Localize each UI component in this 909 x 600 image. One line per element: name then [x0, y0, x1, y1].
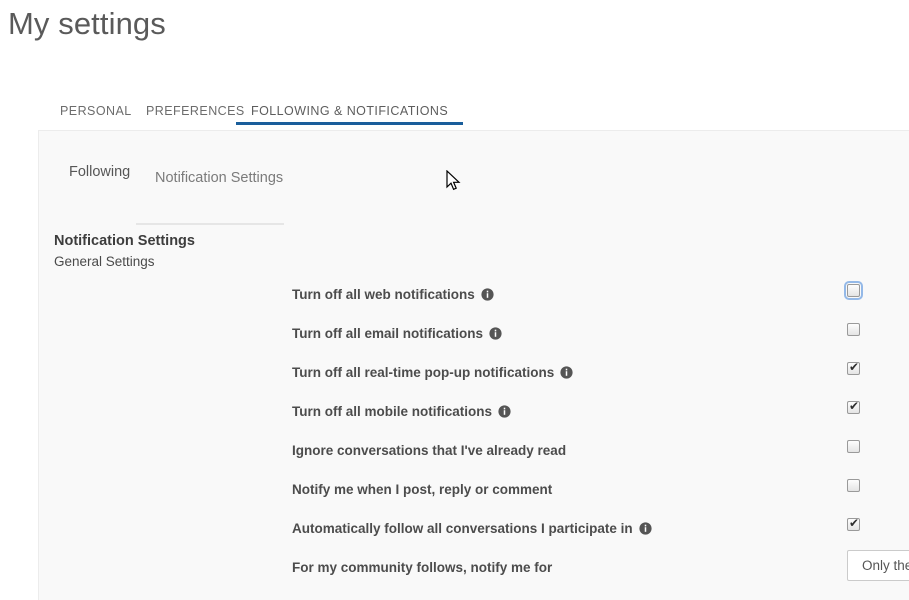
settings-row-control	[847, 479, 860, 492]
settings-checkbox[interactable]	[844, 281, 863, 300]
info-circle-icon[interactable]	[560, 366, 573, 382]
info-circle-icon[interactable]	[489, 327, 502, 343]
page-title: My settings	[8, 6, 166, 41]
settings-checkbox[interactable]: ✔	[847, 516, 860, 531]
select-value: Only the	[862, 558, 909, 573]
settings-row: Turn off all email notifications	[39, 320, 909, 359]
settings-row: Notify me when I post, reply or comment	[39, 476, 909, 515]
checkmark-icon: ✔	[849, 360, 860, 374]
tab-personal-label: PERSONAL	[60, 104, 132, 118]
info-circle-icon[interactable]	[638, 522, 652, 538]
settings-row-label-text: Notify me when I post, reply or comment	[292, 482, 553, 497]
settings-row-label: Automatically follow all conversations I…	[292, 521, 652, 538]
settings-row-label-text: Turn off all real-time pop-up notificati…	[292, 365, 555, 380]
section-header: Notification Settings General Settings	[54, 232, 195, 271]
settings-row-label: Turn off all email notifications	[292, 326, 502, 343]
settings-row-label-text: Turn off all web notifications	[292, 287, 475, 302]
tab-personal[interactable]: PERSONAL	[60, 96, 132, 125]
subtab-notification-settings[interactable]: Notification Settings	[155, 170, 283, 186]
info-circle-icon[interactable]	[498, 405, 511, 421]
settings-row-control	[847, 440, 860, 453]
settings-row-control: ✔	[847, 516, 860, 531]
settings-row-label-text: Automatically follow all conversations I…	[292, 521, 633, 536]
settings-row-control: ✔	[847, 360, 860, 375]
settings-row-label: Turn off all real-time pop-up notificati…	[292, 365, 573, 382]
settings-row: Automatically follow all conversations I…	[39, 515, 909, 554]
settings-row-label-text: Ignore conversations that I've already r…	[292, 443, 567, 458]
settings-row: Turn off all real-time pop-up notificati…	[39, 359, 909, 398]
tab-preferences[interactable]: PREFERENCES	[146, 96, 245, 125]
settings-row: Turn off all mobile notifications ✔	[39, 398, 909, 437]
settings-row-label-text: Turn off all mobile notifications	[292, 404, 492, 419]
settings-row: Ignore conversations that I've already r…	[39, 437, 909, 476]
checkmark-icon: ✔	[849, 516, 860, 530]
settings-row: For my community follows, notify me for O…	[39, 550, 909, 593]
settings-row-control	[844, 281, 863, 300]
settings-checkbox[interactable]	[847, 479, 860, 492]
settings-checkbox[interactable]	[847, 440, 860, 453]
secondary-tab-bar: Following Notification Settings	[39, 153, 289, 225]
info-circle-icon[interactable]	[481, 288, 494, 304]
settings-checkbox[interactable]: ✔	[847, 360, 860, 375]
community-follow-notify-select[interactable]: Only the	[847, 550, 909, 581]
tab-preferences-label: PREFERENCES	[146, 104, 245, 118]
subtab-underline	[136, 223, 284, 225]
subtab-following[interactable]: Following	[69, 164, 130, 180]
settings-row-control	[847, 323, 860, 336]
settings-row-label-text: For my community follows, notify me for	[292, 560, 553, 575]
tab-following-and-notifications[interactable]: FOLLOWING & NOTIFICATIONS	[236, 96, 464, 125]
settings-row-label-text: Turn off all email notifications	[292, 326, 484, 341]
settings-row: Turn off all web notifications	[39, 281, 909, 320]
settings-row-label: Notify me when I post, reply or comment	[292, 482, 552, 497]
primary-tab-bar: PERSONAL PREFERENCES FOLLOWING & NOTIFIC…	[38, 96, 909, 126]
settings-row-label: Turn off all web notifications	[292, 287, 494, 304]
settings-checkbox[interactable]	[847, 323, 860, 336]
checkmark-icon: ✔	[849, 399, 860, 413]
settings-row-label: For my community follows, notify me for	[292, 560, 552, 575]
section-subtitle: General Settings	[54, 254, 155, 269]
tab-following-and-notifications-label: FOLLOWING & NOTIFICATIONS	[251, 104, 449, 118]
settings-row-label: Ignore conversations that I've already r…	[292, 443, 566, 458]
settings-panel: Following Notification Settings Notifica…	[38, 130, 909, 600]
section-title: Notification Settings	[54, 233, 195, 249]
settings-row-label: Turn off all mobile notifications	[292, 404, 511, 421]
settings-row-list: Turn off all web notifications Turn off a…	[39, 281, 909, 593]
settings-checkbox[interactable]: ✔	[847, 399, 860, 414]
settings-row-control: ✔	[847, 399, 860, 414]
